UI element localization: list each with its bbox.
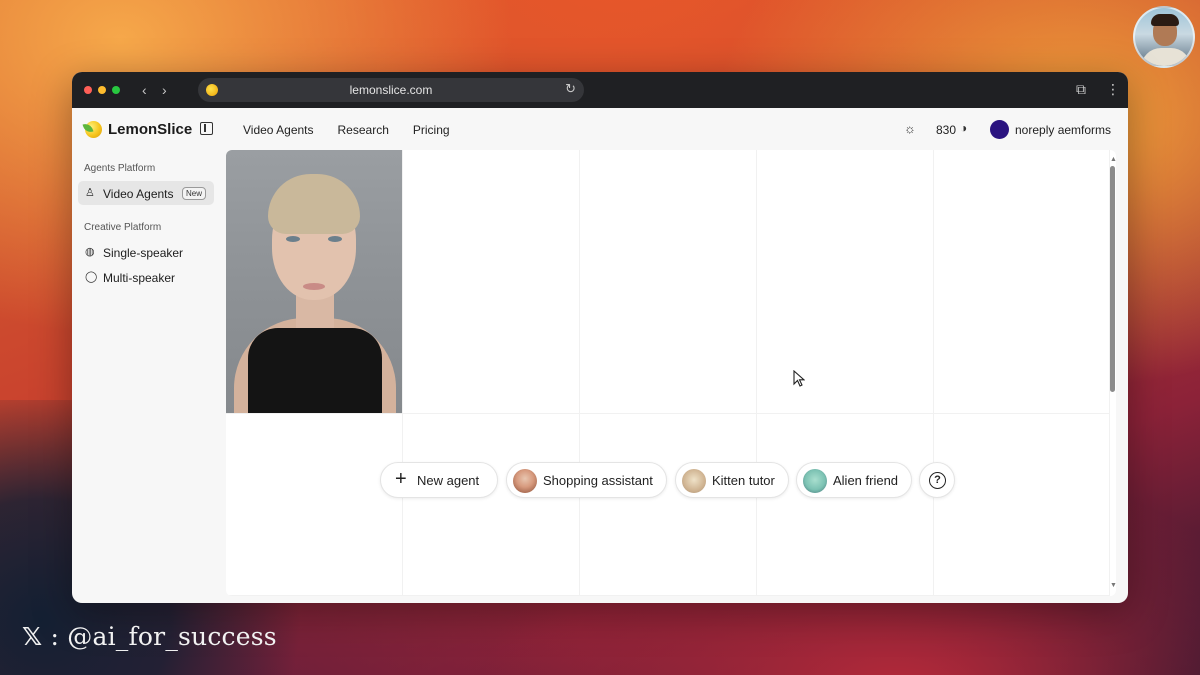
watermark-handle: : @ai_for_success [50,622,277,651]
section-label-creative-platform: Creative Platform [84,222,162,233]
grid-cell[interactable] [934,150,1110,414]
shopping-assistant-avatar [513,469,537,493]
sidebar-item-multi-speaker[interactable]: ◯ Multi-speaker [78,265,214,289]
sidebar-item-label: Video Agents [103,187,174,201]
nav-video-agents[interactable]: Video Agents [243,123,314,137]
chat-bubble-icon: ◯ [85,271,98,283]
scroll-up-icon[interactable]: ▲ [1110,156,1116,163]
reload-icon[interactable]: ↻ [565,81,576,97]
close-window-button[interactable] [84,86,92,94]
presenter-webcam-avatar [1133,6,1195,68]
sidebar-item-single-speaker[interactable]: ◍ Single-speaker [78,240,214,264]
palette-icon: ◍ [85,246,95,258]
browser-menu-icon[interactable]: ⋮ [1106,80,1120,98]
scrollbar-thumb[interactable] [1110,166,1115,392]
x-logo-icon: 𝕏 [22,622,43,651]
section-label-agents-platform: Agents Platform [84,163,156,174]
grid-cell[interactable] [580,414,757,596]
shopping-assistant-button[interactable]: Shopping assistant [506,462,667,498]
help-button[interactable]: ? [919,462,955,498]
browser-titlebar: ‹ › lemonslice.com ↻ ⧉ ⋮ [72,72,1128,108]
grid-cell[interactable] [403,150,580,414]
browser-window: ‹ › lemonslice.com ↻ ⧉ ⋮ LemonSlice Vide… [72,72,1128,603]
alien-friend-button[interactable]: Alien friend [796,462,912,498]
credits-icon: ◑ [960,121,968,135]
new-agent-label: New agent [417,473,480,488]
grid-cell[interactable] [580,150,757,414]
sidebar-toggle-icon[interactable] [200,122,213,135]
kitten-tutor-button[interactable]: Kitten tutor [675,462,789,498]
grid-cell[interactable] [757,414,934,596]
sidebar-item-label: Multi-speaker [103,271,176,285]
app-header: LemonSlice Video Agents Research Pricing… [72,108,1128,150]
question-mark-icon: ? [929,472,946,489]
sidebar-item-label: Single-speaker [103,246,184,260]
nav-pricing[interactable]: Pricing [413,123,450,137]
extensions-icon[interactable]: ⧉ [1076,81,1086,98]
agents-grid: ▲ ▼ [226,150,1116,596]
brand-name[interactable]: LemonSlice [108,121,192,138]
back-icon[interactable]: ‹ [142,81,147,99]
window-controls [84,86,120,94]
scrollbar[interactable]: ▲ ▼ [1110,156,1116,590]
credits-count: 830 [936,123,957,137]
grid-cell[interactable] [226,414,403,596]
kitten-tutor-label: Kitten tutor [712,473,775,488]
kitten-tutor-avatar [682,469,706,493]
shopping-assistant-label: Shopping assistant [543,473,653,488]
top-nav: Video Agents Research Pricing [243,123,450,137]
grid-cell[interactable] [403,414,580,596]
new-badge: New [182,187,207,200]
grid-cell[interactable] [934,414,1110,596]
agent-portrait-thumbnail[interactable] [226,150,402,413]
user-name[interactable]: noreply aemforms [1015,123,1111,137]
grid-cell[interactable] [757,150,934,414]
mouse-cursor-icon [793,370,805,387]
watermark: 𝕏 : @ai_for_success [22,622,277,651]
nav-research[interactable]: Research [338,123,389,137]
person-icon: ♙ [85,187,95,199]
plus-icon: + [395,468,407,490]
scroll-down-icon[interactable]: ▼ [1110,582,1116,589]
minimize-window-button[interactable] [98,86,106,94]
sidebar: Agents Platform ♙ Video Agents New Creat… [72,150,222,603]
address-bar[interactable]: lemonslice.com ↻ [198,78,584,102]
sidebar-item-video-agents[interactable]: ♙ Video Agents New [78,181,214,205]
alien-friend-label: Alien friend [833,473,899,488]
alien-friend-avatar [803,469,827,493]
url-text: lemonslice.com [349,83,433,97]
user-avatar[interactable] [990,120,1009,139]
new-agent-button[interactable]: + New agent [380,462,498,498]
theme-toggle-sun-icon[interactable]: ☼ [904,121,916,136]
maximize-window-button[interactable] [112,86,120,94]
forward-icon[interactable]: › [162,81,167,99]
